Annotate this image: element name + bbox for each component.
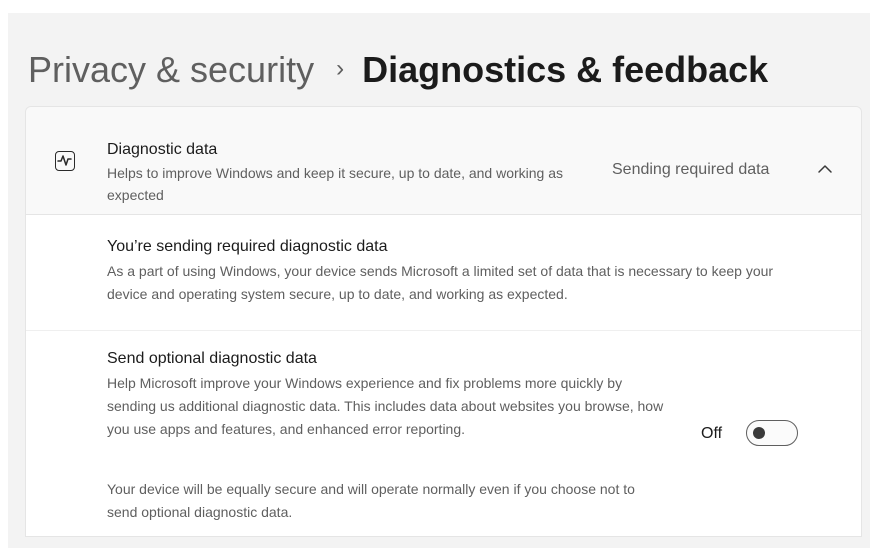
page-title: Diagnostics & feedback xyxy=(362,49,769,90)
diagnostic-data-status: Sending required data xyxy=(612,161,770,178)
required-data-section: You’re sending required diagnostic data … xyxy=(26,215,861,331)
breadcrumb-parent-link[interactable]: Privacy & security xyxy=(28,49,314,91)
optional-data-note: Your device will be equally secure and w… xyxy=(107,481,635,520)
optional-data-section: Send optional diagnostic data Help Micro… xyxy=(26,331,861,536)
chevron-up-icon[interactable] xyxy=(816,162,834,176)
diagnostic-data-header[interactable]: Diagnostic data Helps to improve Windows… xyxy=(26,107,861,215)
required-data-description: As a part of using Windows, your device … xyxy=(107,263,774,302)
toggle-knob xyxy=(753,427,765,439)
optional-data-toggle-label: Off xyxy=(701,425,723,442)
breadcrumb: Privacy & security › Diagnostics & feedb… xyxy=(28,45,768,95)
optional-data-toggle[interactable] xyxy=(746,420,798,446)
optional-data-title: Send optional diagnostic data xyxy=(107,350,317,367)
required-data-title: You’re sending required diagnostic data xyxy=(107,238,388,255)
optional-data-description: Help Microsoft improve your Windows expe… xyxy=(107,375,664,437)
diagnostic-data-card: Diagnostic data Helps to improve Windows… xyxy=(25,106,862,537)
activity-monitor-icon xyxy=(55,151,75,171)
breadcrumb-separator-icon: › xyxy=(336,55,345,82)
diagnostic-data-description: Helps to improve Windows and keep it sec… xyxy=(107,165,564,203)
diagnostic-data-title: Diagnostic data xyxy=(107,141,218,158)
